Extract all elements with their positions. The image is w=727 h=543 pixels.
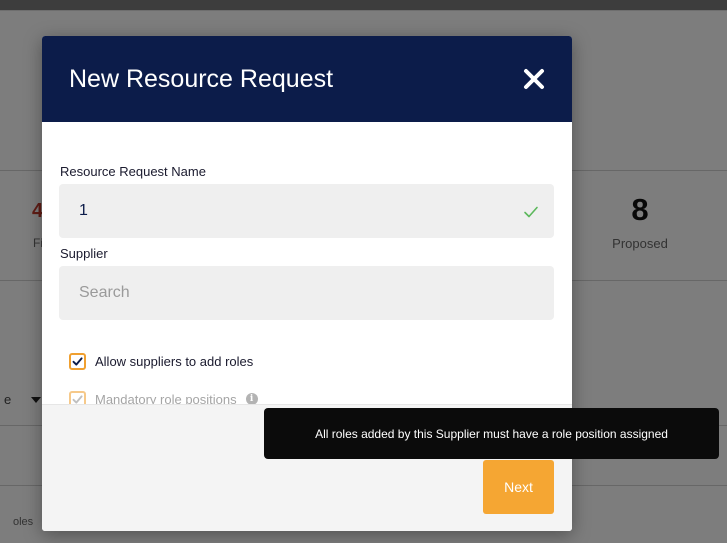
close-x-icon bbox=[524, 69, 544, 89]
resource-request-name-input[interactable] bbox=[59, 184, 554, 238]
dialog-title: New Resource Request bbox=[69, 65, 334, 93]
next-button[interactable]: Next bbox=[483, 460, 554, 514]
close-button[interactable] bbox=[520, 65, 548, 93]
supplier-label: Supplier bbox=[60, 246, 108, 261]
supplier-search-input[interactable] bbox=[59, 266, 554, 320]
checkmark-icon bbox=[72, 394, 83, 404]
check-icon bbox=[524, 206, 538, 218]
dialog-header: New Resource Request bbox=[42, 36, 572, 122]
resource-request-name-label: Resource Request Name bbox=[60, 164, 206, 179]
checkmark-icon bbox=[72, 356, 83, 366]
allow-suppliers-add-roles-label: Allow suppliers to add roles bbox=[95, 353, 254, 369]
mandatory-role-positions-tooltip: All roles added by this Supplier must ha… bbox=[264, 408, 719, 459]
allow-suppliers-add-roles-option[interactable]: Allow suppliers to add roles bbox=[69, 351, 253, 371]
allow-suppliers-add-roles-checkbox[interactable] bbox=[69, 352, 86, 370]
